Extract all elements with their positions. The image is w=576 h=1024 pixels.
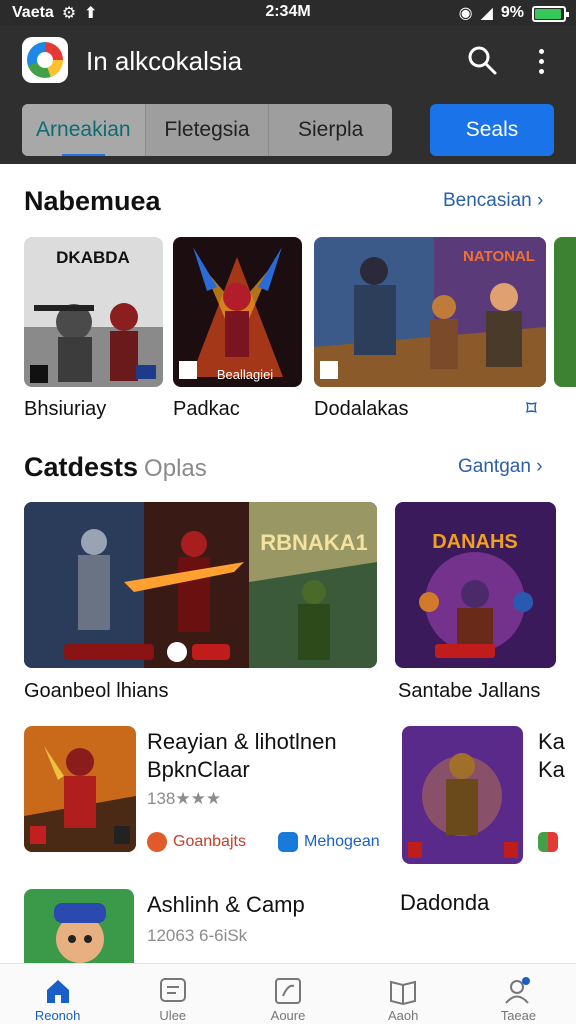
game-title-edge[interactable]: Ka Ka (538, 728, 576, 784)
nav-item-games[interactable]: Aoure (230, 964, 345, 1024)
book-icon (390, 980, 417, 1006)
featured-card-art[interactable]: DANAHS (395, 502, 556, 668)
battery-label: 9% (500, 4, 524, 21)
game-card-title: Bhsiuriay (24, 398, 107, 420)
game-title[interactable]: Ashlinh & Camp (147, 891, 305, 919)
seals-button[interactable]: Seals (430, 104, 554, 156)
genre-chip[interactable] (538, 832, 558, 852)
tag-icon (538, 832, 558, 852)
game-thumbnail[interactable] (402, 726, 523, 864)
account-icon (505, 977, 531, 1004)
genre-chip-label: Mehogean (304, 833, 380, 850)
nav-label: Reonoh (34, 1008, 81, 1023)
game-card-art-peek[interactable] (554, 237, 576, 387)
games-icon (275, 978, 301, 1004)
app-logo (22, 37, 68, 83)
game-title[interactable]: Dadonda (400, 889, 489, 917)
genre-chip[interactable]: Goanbajts (147, 832, 246, 852)
chevron-right-icon: › (536, 456, 543, 477)
art-title: DANAHS (432, 531, 518, 553)
section-title: Nabemuea (24, 186, 161, 217)
search-button[interactable] (466, 44, 498, 76)
game-card-art[interactable]: DKABDA (24, 237, 163, 387)
game-thumbnail[interactable] (24, 889, 134, 963)
game-card-art[interactable]: Beallagiei (173, 237, 302, 387)
section-see-more-link[interactable]: Bencasian › (443, 190, 543, 212)
section-see-more-link[interactable]: Gantgan › (458, 456, 543, 478)
section-subtitle: Oplas (144, 455, 207, 482)
featured-card-title: Santabe Jallans (398, 680, 541, 702)
nav-item-apps[interactable]: Ulee (115, 964, 230, 1024)
game-rating: 12063 6-6iSk (147, 926, 248, 945)
wifi-icon: ◉ (458, 5, 473, 22)
home-icon (46, 980, 69, 1003)
tab-0[interactable]: Arneakian (22, 104, 146, 156)
genre-chip-label: Goanbajts (173, 833, 246, 850)
signal-icon: ◢ (480, 5, 493, 22)
tab-1[interactable]: Fletegsia (146, 104, 270, 156)
status-bar: Vaeta ⚙ ⬆ 2:34M ◉ ◢ 9% (0, 0, 576, 26)
section-title: Catdests Oplas (24, 452, 207, 483)
game-card-title: Dodalakas (314, 398, 409, 420)
game-rating: 138★★★ (147, 789, 222, 808)
nav-label: Ulee (159, 1008, 187, 1023)
app-title: In alkcokalsia (86, 46, 243, 76)
battery-icon (532, 5, 569, 22)
search-icon (468, 46, 497, 75)
tag-icon (278, 832, 298, 852)
fire-icon (147, 832, 167, 852)
art-title: RBNAKA1 (260, 530, 368, 555)
game-card-title: Padkac (173, 398, 240, 420)
tab-2[interactable]: Sierpla (269, 104, 392, 156)
app-bar: In alkcokalsia Arneakian Fletegsia Sierp… (0, 26, 576, 164)
game-title[interactable]: Reayian & lihotlnen BpknClaar (147, 728, 367, 784)
genre-chip[interactable]: Mehogean (278, 832, 380, 852)
bottom-navigation: Reonoh Ulee Aoure Aaoh Taeae (0, 963, 576, 1024)
nav-item-books[interactable]: Aaoh (346, 964, 461, 1024)
nav-item-account[interactable]: Taeae (461, 964, 576, 1024)
nav-item-home[interactable]: Reonoh (0, 964, 115, 1024)
featured-card-art[interactable]: RBNAKA1 (24, 502, 377, 668)
apps-icon (159, 978, 186, 1002)
featured-card-title: Goanbeol lhians (24, 680, 169, 702)
more-options-button[interactable] (530, 46, 552, 76)
art-title: Beallagiei (217, 367, 273, 382)
game-card-art[interactable]: NATONAL (314, 237, 546, 387)
nav-label: Taeae (500, 1008, 537, 1023)
art-title: NATONAL (463, 248, 535, 265)
art-title: DKABDA (56, 248, 130, 267)
game-thumbnail[interactable] (24, 726, 136, 852)
section-link-text: Bencasian (443, 190, 532, 211)
section-title-text: Nabemuea (24, 186, 161, 216)
nav-label: Aaoh (388, 1008, 419, 1023)
section-title-text: Catdests (24, 452, 139, 482)
chevron-right-icon: › (537, 190, 544, 211)
bookmark-icon[interactable]: ⌑ (526, 396, 537, 421)
tab-bar: Arneakian Fletegsia Sierpla (22, 104, 392, 156)
nav-label: Aoure (270, 1008, 306, 1023)
section-link-text: Gantgan (458, 456, 531, 477)
